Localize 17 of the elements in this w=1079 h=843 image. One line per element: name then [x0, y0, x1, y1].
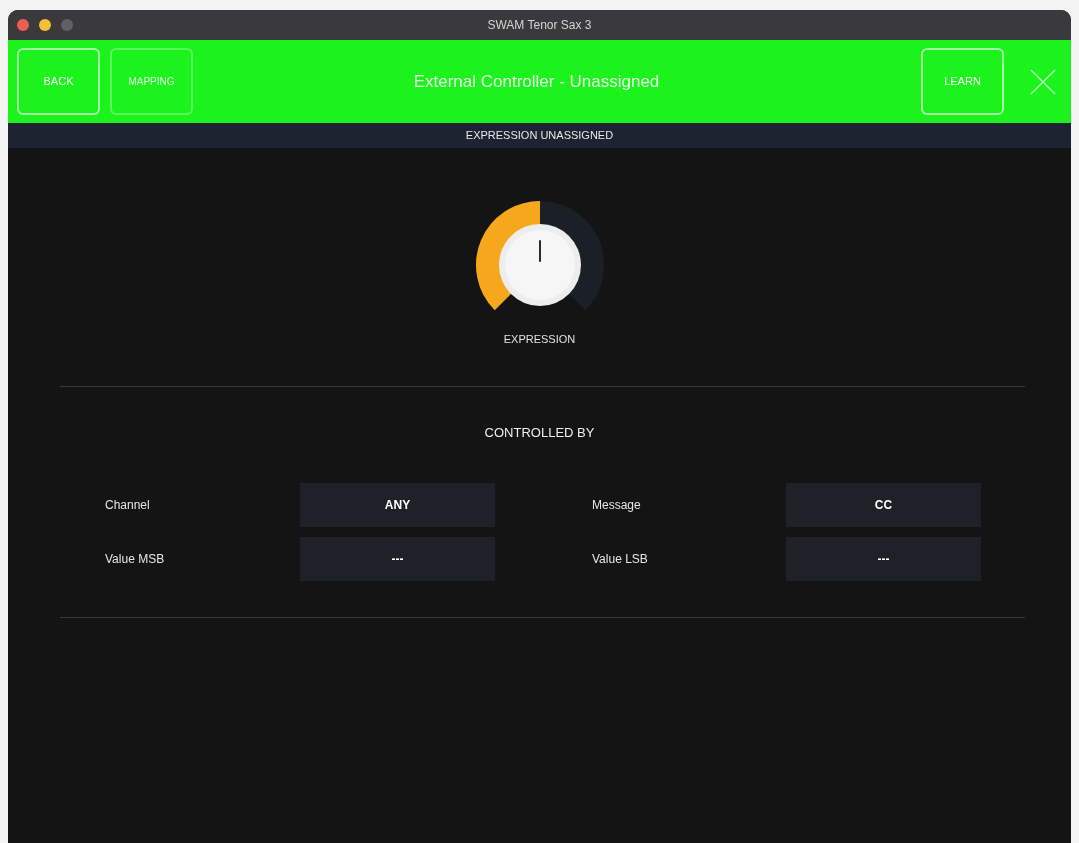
value-selector[interactable]: ANY	[300, 483, 495, 527]
field-label: Value MSB	[105, 551, 165, 568]
value-selector[interactable]: CC	[786, 483, 981, 527]
close-icon	[1030, 68, 1056, 95]
knob-cap[interactable]	[498, 224, 581, 306]
value-selector[interactable]: ---	[300, 537, 495, 581]
close-window-icon[interactable]	[17, 19, 29, 31]
knob-label: EXPRESSION	[503, 332, 576, 346]
field-label: Message	[592, 497, 641, 514]
header-title: External Controller - Unassigned	[413, 70, 660, 93]
value-selector[interactable]: ---	[786, 537, 981, 581]
field-label: Channel	[105, 497, 150, 514]
field-label: Value LSB	[592, 551, 648, 568]
window-title: SWAM Tenor Sax 3	[487, 17, 592, 34]
minimize-window-icon[interactable]	[39, 19, 51, 31]
status-text: EXPRESSION UNASSIGNED	[465, 128, 614, 144]
section-heading: CONTROLLED BY	[484, 425, 595, 441]
